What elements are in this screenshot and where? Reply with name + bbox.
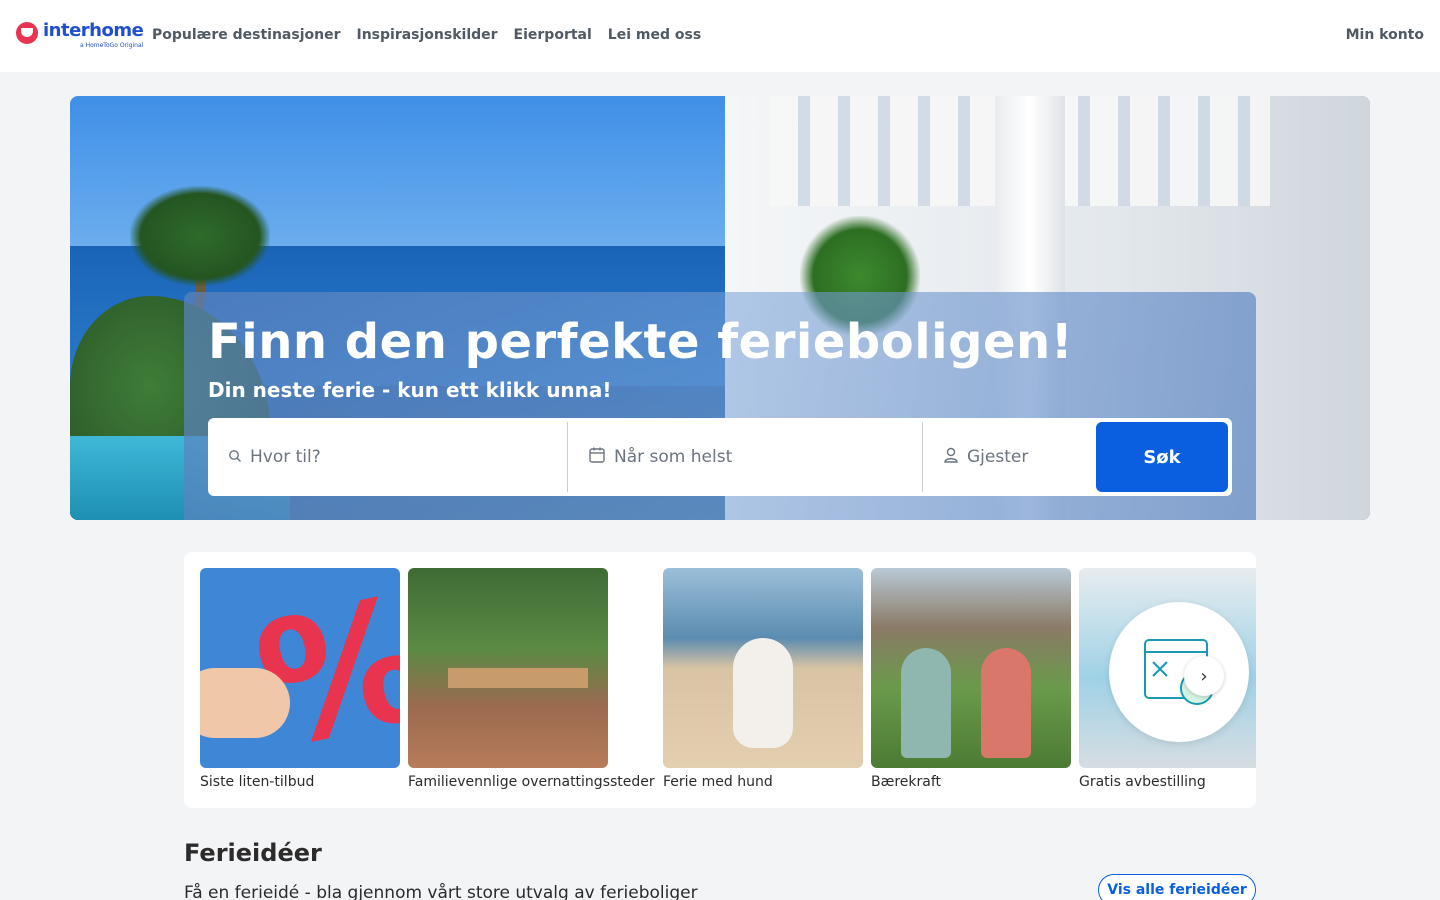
- category-card-free-cancellation[interactable]: Gratis avbestilling: [1079, 568, 1256, 790]
- dog-shape: [733, 638, 793, 748]
- calendar-icon: [588, 446, 606, 468]
- hero-palm-crown: [130, 186, 270, 286]
- show-all-ideas-button[interactable]: Vis alle ferieidéer: [1098, 874, 1256, 900]
- calendar-cancel-icon: [1109, 602, 1249, 742]
- category-card-dog[interactable]: Ferie med hund: [663, 568, 863, 790]
- my-account-link[interactable]: Min konto: [1346, 27, 1424, 43]
- category-label: Ferie med hund: [663, 774, 773, 790]
- nav-inspiration[interactable]: Inspirasjonskilder: [356, 27, 497, 43]
- search-icon: [228, 448, 242, 467]
- logo-heart-icon: [16, 22, 38, 44]
- hand-shape: [200, 668, 290, 738]
- search-bar: Hvor til? Når som helst Gjester Søk: [208, 418, 1232, 496]
- nav-owner-portal[interactable]: Eierportal: [514, 27, 592, 43]
- category-label: Siste liten-tilbud: [200, 774, 315, 790]
- logo-tagline: a HomeToGo Original: [80, 42, 144, 49]
- category-carousel: % Siste liten-tilbud Familievennlige ove…: [184, 552, 1256, 808]
- category-label: Gratis avbestilling: [1079, 774, 1206, 790]
- category-card-family[interactable]: Familievennlige overnattingssteder: [408, 568, 655, 790]
- destination-placeholder: Hvor til?: [250, 447, 321, 467]
- category-image-last-minute: %: [200, 568, 400, 768]
- logo-text: interhome a HomeToGo Original: [43, 20, 144, 49]
- category-label: Bærekraft: [871, 774, 942, 790]
- nav-rent-with-us[interactable]: Lei med oss: [608, 27, 701, 43]
- picnic-table-shape: [448, 668, 588, 688]
- person-icon: [943, 446, 959, 468]
- category-image-free-cancellation: [1079, 568, 1256, 768]
- date-value: Når som helst: [614, 447, 733, 467]
- hero-subtitle: Din neste ferie - kun ett klikk unna!: [208, 378, 612, 402]
- carousel-next-button[interactable]: ›: [1184, 656, 1224, 696]
- search-button[interactable]: Søk: [1096, 422, 1228, 492]
- child-shape: [901, 648, 951, 758]
- category-card-sustainability[interactable]: Bærekraft: [871, 568, 1071, 790]
- hero-title: Finn den perfekte ferieboligen!: [208, 314, 1074, 370]
- guests-field[interactable]: Gjester: [922, 422, 1096, 492]
- category-image-dog: [663, 568, 863, 768]
- hero-banner: Finn den perfekte ferieboligen! Din nest…: [70, 96, 1370, 520]
- child-shape: [981, 648, 1031, 758]
- chevron-right-icon: ›: [1200, 665, 1208, 687]
- category-label: Familievennlige overnattingssteder: [408, 774, 655, 790]
- main-nav: Populære destinasjoner Inspirasjonskilde…: [152, 27, 701, 43]
- category-image-sustainability: [871, 568, 1071, 768]
- guests-placeholder: Gjester: [967, 447, 1029, 467]
- site-header: interhome a HomeToGo Original Populære d…: [0, 0, 1440, 72]
- ideas-heading: Ferieidéer: [184, 839, 322, 867]
- date-field[interactable]: Når som helst: [567, 422, 922, 492]
- destination-field[interactable]: Hvor til?: [208, 418, 567, 496]
- ideas-subtitle: Få en ferieidé - bla gjennom vårt store …: [184, 883, 698, 900]
- interhome-logo[interactable]: interhome a HomeToGo Original: [16, 20, 144, 49]
- nav-popular-destinations[interactable]: Populære destinasjoner: [152, 27, 340, 43]
- category-image-family: [408, 568, 608, 768]
- category-card-last-minute[interactable]: % Siste liten-tilbud: [200, 568, 400, 790]
- logo-name: interhome: [43, 20, 144, 41]
